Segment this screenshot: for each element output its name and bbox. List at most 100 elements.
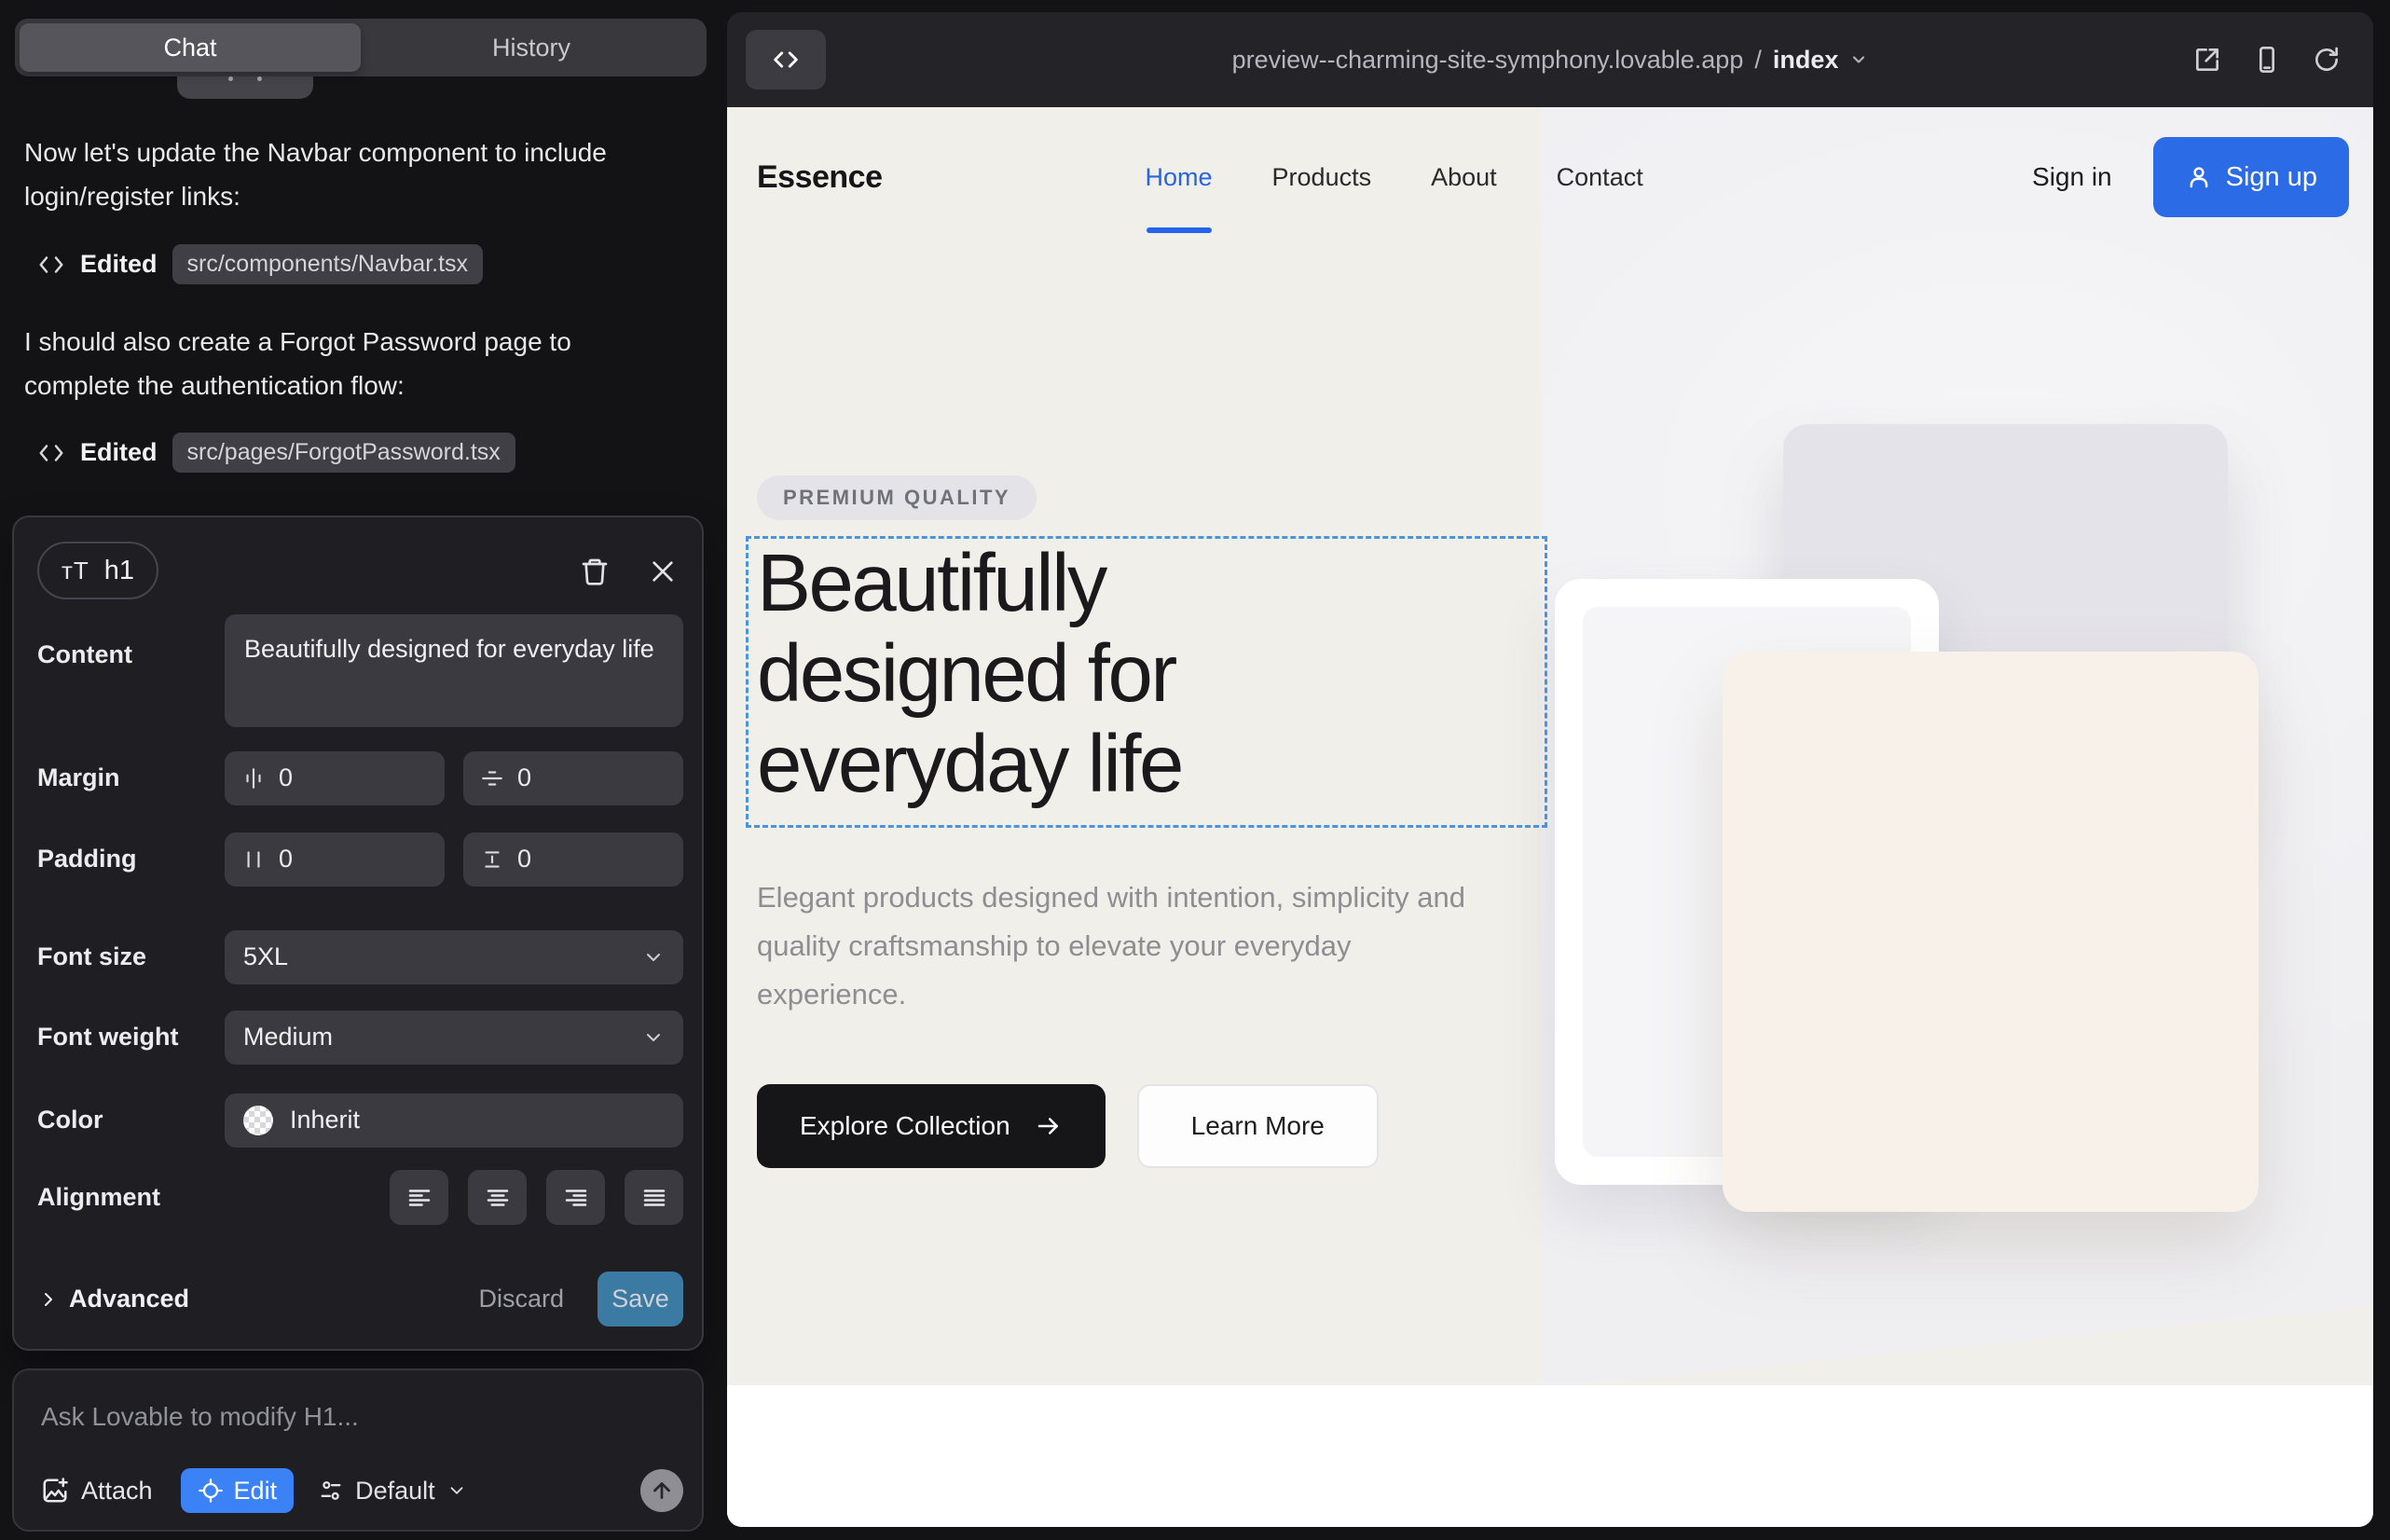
element-editor-panel: тT h1 Content Beautifully designed for e… xyxy=(12,516,704,1351)
align-left-icon xyxy=(405,1184,433,1212)
nav-links: Home Products About Contact xyxy=(1146,163,1643,192)
lovable-sidebar: Chat History Now let's update the Navbar… xyxy=(0,0,725,1540)
mobile-view-button[interactable] xyxy=(2252,45,2282,75)
tab-chat[interactable]: Chat xyxy=(20,23,361,72)
sign-up-button[interactable]: Sign up xyxy=(2153,137,2349,217)
nav-link-products[interactable]: Products xyxy=(1272,163,1372,192)
hero-heading[interactable]: Beautifully designed for everyday life xyxy=(757,538,1182,809)
code-icon xyxy=(37,439,65,467)
color-select[interactable]: Inherit xyxy=(225,1093,683,1148)
chevron-down-icon xyxy=(642,946,665,969)
align-right-button[interactable] xyxy=(546,1170,605,1225)
code-icon xyxy=(37,251,65,279)
explore-collection-button[interactable]: Explore Collection xyxy=(757,1084,1106,1168)
font-size-label: Font size xyxy=(37,942,146,971)
arrow-right-icon xyxy=(1035,1112,1063,1140)
element-tag-label: h1 xyxy=(104,556,134,586)
refresh-button[interactable] xyxy=(2312,45,2342,75)
next-section xyxy=(727,1385,2373,1527)
image-plus-icon xyxy=(41,1477,69,1505)
edited-label: Edited xyxy=(80,250,158,279)
discard-button[interactable]: Discard xyxy=(478,1285,564,1313)
chat-history-tabs: Chat History xyxy=(15,19,707,76)
advanced-toggle[interactable]: Advanced xyxy=(37,1285,189,1313)
trash-icon xyxy=(580,557,610,586)
chat-message: I should also create a Forgot Password p… xyxy=(24,320,682,407)
nav-auth: Sign in Sign up xyxy=(2032,137,2349,217)
send-button[interactable] xyxy=(640,1469,683,1512)
nav-link-contact[interactable]: Contact xyxy=(1557,163,1643,192)
dot xyxy=(257,76,262,81)
preview-window: preview--charming-site-symphony.lovable.… xyxy=(727,12,2373,1527)
site-page: Essence Home Products About Contact Sign… xyxy=(727,107,2373,1527)
padding-label: Padding xyxy=(37,845,137,873)
user-icon xyxy=(2185,163,2213,191)
url-host: preview--charming-site-symphony.lovable.… xyxy=(1232,46,1744,75)
margin-horizontal-icon xyxy=(241,766,266,791)
nav-link-home[interactable]: Home xyxy=(1146,163,1213,192)
align-justify-button[interactable] xyxy=(625,1170,683,1225)
mode-select[interactable]: Default xyxy=(318,1477,467,1506)
learn-more-button[interactable]: Learn More xyxy=(1137,1084,1379,1168)
color-swatch xyxy=(243,1106,273,1135)
url-separator: / xyxy=(1754,46,1762,75)
sliders-icon xyxy=(318,1478,344,1504)
element-tag-badge: тT h1 xyxy=(37,542,158,599)
scrolled-chip-peek xyxy=(177,75,313,99)
margin-label: Margin xyxy=(37,763,120,792)
chevron-down-icon xyxy=(446,1480,467,1501)
edited-file-row[interactable]: Edited src/pages/ForgotPassword.tsx xyxy=(37,433,515,473)
edit-mode-button[interactable]: Edit xyxy=(181,1468,295,1513)
type-icon: тT xyxy=(62,557,89,585)
color-label: Color xyxy=(37,1106,103,1134)
align-left-button[interactable] xyxy=(390,1170,448,1225)
font-size-select[interactable]: 5XL xyxy=(225,930,683,984)
padding-vertical-icon xyxy=(480,847,504,872)
font-weight-label: Font weight xyxy=(37,1023,178,1052)
margin-y-input[interactable]: 0 xyxy=(463,751,683,805)
premium-quality-badge: PREMIUM QUALITY xyxy=(757,475,1037,520)
margin-x-input[interactable]: 0 xyxy=(225,751,445,805)
hero-description: Elegant products designed with intention… xyxy=(757,873,1503,1019)
open-in-new-tab-button[interactable] xyxy=(2192,45,2222,75)
tab-history[interactable]: History xyxy=(361,23,702,72)
chat-composer: Ask Lovable to modify H1... Attach Edit … xyxy=(12,1368,704,1532)
attach-button[interactable]: Attach xyxy=(41,1477,153,1506)
padding-x-input[interactable]: 0 xyxy=(225,832,445,887)
diagonal-wedge xyxy=(1541,1303,2373,1385)
dot xyxy=(228,76,233,81)
align-right-icon xyxy=(562,1184,590,1212)
close-editor-button[interactable] xyxy=(642,551,683,592)
decor-card-cream xyxy=(1723,652,2259,1212)
sign-in-link[interactable]: Sign in xyxy=(2032,162,2112,192)
file-chip[interactable]: src/pages/ForgotPassword.tsx xyxy=(172,433,515,473)
delete-element-button[interactable] xyxy=(574,551,615,592)
preview-toolbar: preview--charming-site-symphony.lovable.… xyxy=(727,12,2373,107)
site-navbar: Essence Home Products About Contact Sign… xyxy=(727,107,2373,247)
padding-y-input[interactable]: 0 xyxy=(463,832,683,887)
chevron-down-icon xyxy=(1849,50,1868,69)
composer-input[interactable]: Ask Lovable to modify H1... xyxy=(41,1402,359,1432)
edited-label: Edited xyxy=(80,438,158,467)
alignment-label: Alignment xyxy=(37,1183,160,1212)
edited-file-row[interactable]: Edited src/components/Navbar.tsx xyxy=(37,244,483,284)
font-weight-select[interactable]: Medium xyxy=(225,1011,683,1065)
close-icon xyxy=(648,557,678,586)
padding-horizontal-icon xyxy=(241,847,266,872)
site-logo[interactable]: Essence xyxy=(757,159,883,196)
preview-actions xyxy=(2192,12,2342,107)
chevron-down-icon xyxy=(642,1026,665,1049)
app: Chat History Now let's update the Navbar… xyxy=(0,0,2390,1540)
chat-message: Now let's update the Navbar component to… xyxy=(24,131,682,218)
align-justify-icon xyxy=(640,1184,668,1212)
nav-link-about[interactable]: About xyxy=(1431,163,1497,192)
url-breadcrumb[interactable]: preview--charming-site-symphony.lovable.… xyxy=(727,12,2373,107)
file-chip[interactable]: src/components/Navbar.tsx xyxy=(172,244,484,284)
external-link-icon xyxy=(2192,45,2222,75)
content-textarea[interactable]: Beautifully designed for everyday life xyxy=(225,614,683,727)
smartphone-icon xyxy=(2252,45,2282,75)
align-center-button[interactable] xyxy=(468,1170,527,1225)
save-button[interactable]: Save xyxy=(598,1272,683,1327)
arrow-up-icon xyxy=(650,1478,674,1503)
refresh-icon xyxy=(2312,45,2342,75)
